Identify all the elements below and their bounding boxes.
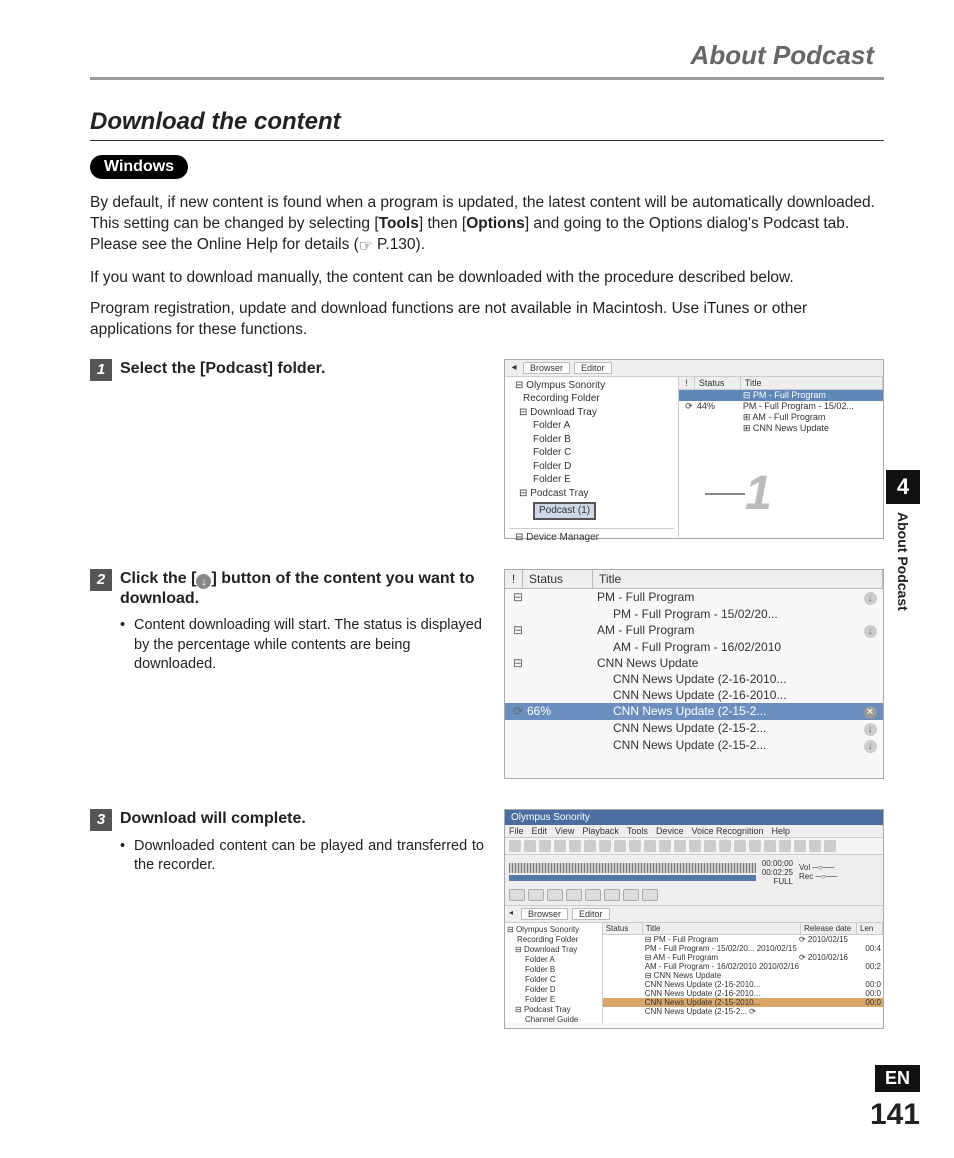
intro-para-3: Program registration, update and downloa… xyxy=(90,299,884,341)
list-row[interactable]: ⊞ CNN News Update xyxy=(679,423,883,434)
tab-editor[interactable]: Editor xyxy=(574,362,612,374)
page-header-title: About Podcast xyxy=(90,40,884,71)
page-footer: EN 141 xyxy=(870,1065,920,1132)
step-title-2: Click the [↓] button of the content you … xyxy=(120,569,484,611)
intro-block: By default, if new content is found when… xyxy=(90,193,884,341)
player-panel[interactable]: 00:00:00 00:02:25 FULL Vol ─○── Rec ─○── xyxy=(505,855,883,906)
os-pill-windows: Windows xyxy=(90,155,188,179)
forward-icon xyxy=(604,889,620,901)
step-number-3: 3 xyxy=(90,809,112,831)
step-number-1: 1 xyxy=(90,359,112,381)
page-number: 141 xyxy=(870,1098,920,1132)
download-button[interactable]: ↓ xyxy=(864,625,877,638)
skip-back-icon xyxy=(547,889,563,901)
content-list[interactable]: Status Title Release date Len ⊟ PM - Ful… xyxy=(603,923,883,1023)
download-button[interactable]: ↓ xyxy=(864,740,877,753)
menu-bar[interactable]: FileEditViewPlaybackToolsDeviceVoice Rec… xyxy=(505,825,883,838)
chapter-label: About Podcast xyxy=(895,512,911,611)
next-icon xyxy=(642,889,658,901)
podcast-folder-selected[interactable]: Podcast (1) xyxy=(533,502,596,520)
download-icon: ↓ xyxy=(196,574,211,589)
skip-forward-icon xyxy=(623,889,639,901)
section-title: Download the content xyxy=(90,108,884,141)
chapter-number: 4 xyxy=(886,470,920,504)
screenshot-3: Olympus Sonority FileEditViewPlaybackToo… xyxy=(504,809,884,1029)
prev-icon xyxy=(509,889,525,901)
download-button[interactable]: ↓ xyxy=(864,723,877,736)
header-rule xyxy=(90,77,884,80)
intro-para-2: If you want to download manually, the co… xyxy=(90,268,884,289)
tab-browser[interactable]: Browser xyxy=(523,362,570,374)
intro-para-1: By default, if new content is found when… xyxy=(90,193,884,258)
screenshot-1: ◂ Browser Editor ⊟ Olympus Sonority Reco… xyxy=(504,359,884,539)
toolbar[interactable] xyxy=(505,838,883,855)
list-row[interactable]: ⟳ 44% PM - Full Program - 15/02... xyxy=(679,401,883,412)
screenshot-2: ! Status Title ⊟PM - Full Program↓ PM - … xyxy=(504,569,884,779)
step-number-2: 2 xyxy=(90,569,112,591)
step-title-3: Download will complete. xyxy=(120,809,306,830)
language-badge: EN xyxy=(875,1065,920,1092)
play-icon xyxy=(585,889,601,901)
step-2-body: Content downloading will start. The stat… xyxy=(120,616,484,675)
list-row[interactable]: ⊞ AM - Full Program xyxy=(679,412,883,423)
rewind-icon xyxy=(566,889,582,901)
step-title-1: Select the [Podcast] folder. xyxy=(120,359,325,380)
callout-1: 1 xyxy=(705,470,772,518)
folder-tree[interactable]: ⊟ Olympus Sonority Recording Folder ⊟ Do… xyxy=(505,923,603,1023)
record-icon xyxy=(528,889,544,901)
pointer-icon: ☞ xyxy=(359,237,373,258)
folder-tree[interactable]: ⊟ Olympus Sonority Recording Folder ⊟ Do… xyxy=(505,377,679,537)
download-button[interactable]: ↓ xyxy=(864,592,877,605)
cancel-button[interactable]: ✕ xyxy=(864,706,877,719)
list-row[interactable]: ⊟ PM - Full Program xyxy=(679,390,883,401)
app-title-bar: Olympus Sonority xyxy=(505,810,883,825)
step-3-body: Downloaded content can be played and tra… xyxy=(120,837,484,876)
chapter-side-tab: 4 About Podcast xyxy=(886,470,920,611)
